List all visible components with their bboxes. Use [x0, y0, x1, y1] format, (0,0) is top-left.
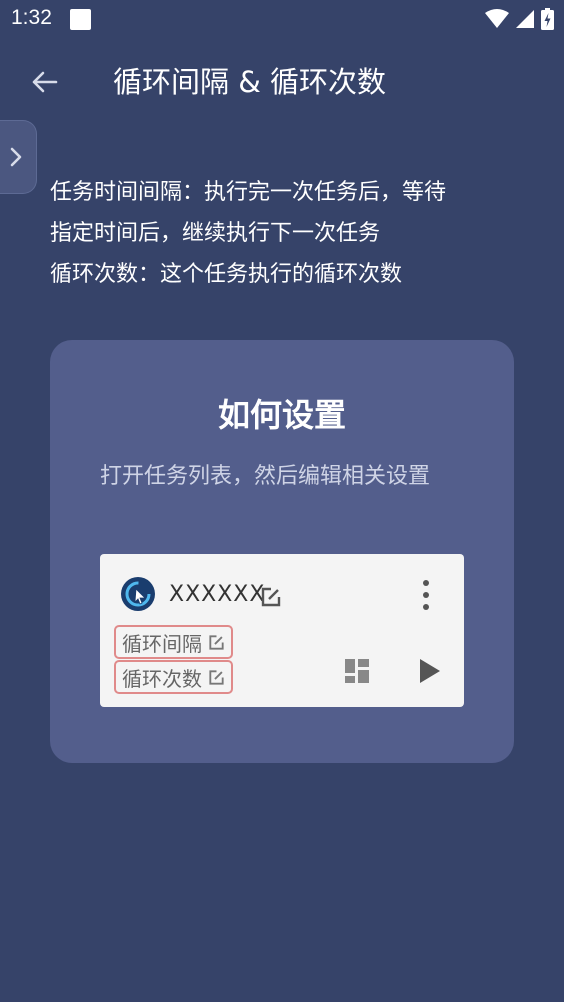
- task-app-icon: [121, 577, 155, 611]
- card-title: 如何设置: [217, 396, 346, 434]
- more-dot: [423, 592, 429, 598]
- page-title: 循环间隔 & 循环次数: [113, 65, 387, 99]
- battery-charging-icon: [541, 8, 554, 30]
- chevron-right-icon: [10, 147, 22, 167]
- arrow-left-icon: [32, 71, 58, 93]
- loop-interval-field[interactable]: 循环间隔: [114, 625, 233, 659]
- how-to-card: 如何设置 打开任务列表，然后编辑相关设置 XXXXXX 循环间隔 循环次数: [50, 340, 514, 763]
- edit-icon[interactable]: [260, 586, 282, 608]
- wifi-icon: [485, 9, 509, 28]
- task-preview: XXXXXX 循环间隔 循环次数: [100, 554, 464, 707]
- loop-interval-label: 循环间隔: [122, 631, 202, 656]
- cell-signal-icon: [516, 10, 534, 28]
- app-bar: 循环间隔 & 循环次数: [0, 38, 564, 126]
- more-options-button[interactable]: [416, 580, 436, 610]
- notification-square-icon: [70, 9, 91, 30]
- loop-count-field[interactable]: 循环次数: [114, 660, 233, 694]
- status-time: 1:32: [11, 6, 52, 29]
- play-icon[interactable]: [416, 658, 442, 684]
- task-name: XXXXXX: [169, 582, 266, 607]
- status-icons: [485, 8, 554, 30]
- description-line: 指定时间后，继续执行下一次任务: [50, 221, 381, 246]
- description-line: 任务时间间隔：执行完一次任务后，等待: [50, 180, 447, 205]
- status-bar: 1:32: [0, 0, 564, 38]
- more-dot: [423, 580, 429, 586]
- more-dot: [423, 604, 429, 610]
- edit-icon: [209, 669, 224, 685]
- dashboard-icon[interactable]: [344, 658, 370, 684]
- edit-icon: [209, 634, 224, 650]
- side-drawer-tab[interactable]: [0, 120, 37, 194]
- description-line: 循环次数：这个任务执行的循环次数: [50, 262, 403, 287]
- loop-count-label: 循环次数: [122, 666, 202, 691]
- description: 任务时间间隔：执行完一次任务后，等待 指定时间后，继续执行下一次任务 循环次数：…: [50, 172, 530, 295]
- card-description: 打开任务列表，然后编辑相关设置: [100, 464, 431, 489]
- back-button[interactable]: [22, 60, 66, 104]
